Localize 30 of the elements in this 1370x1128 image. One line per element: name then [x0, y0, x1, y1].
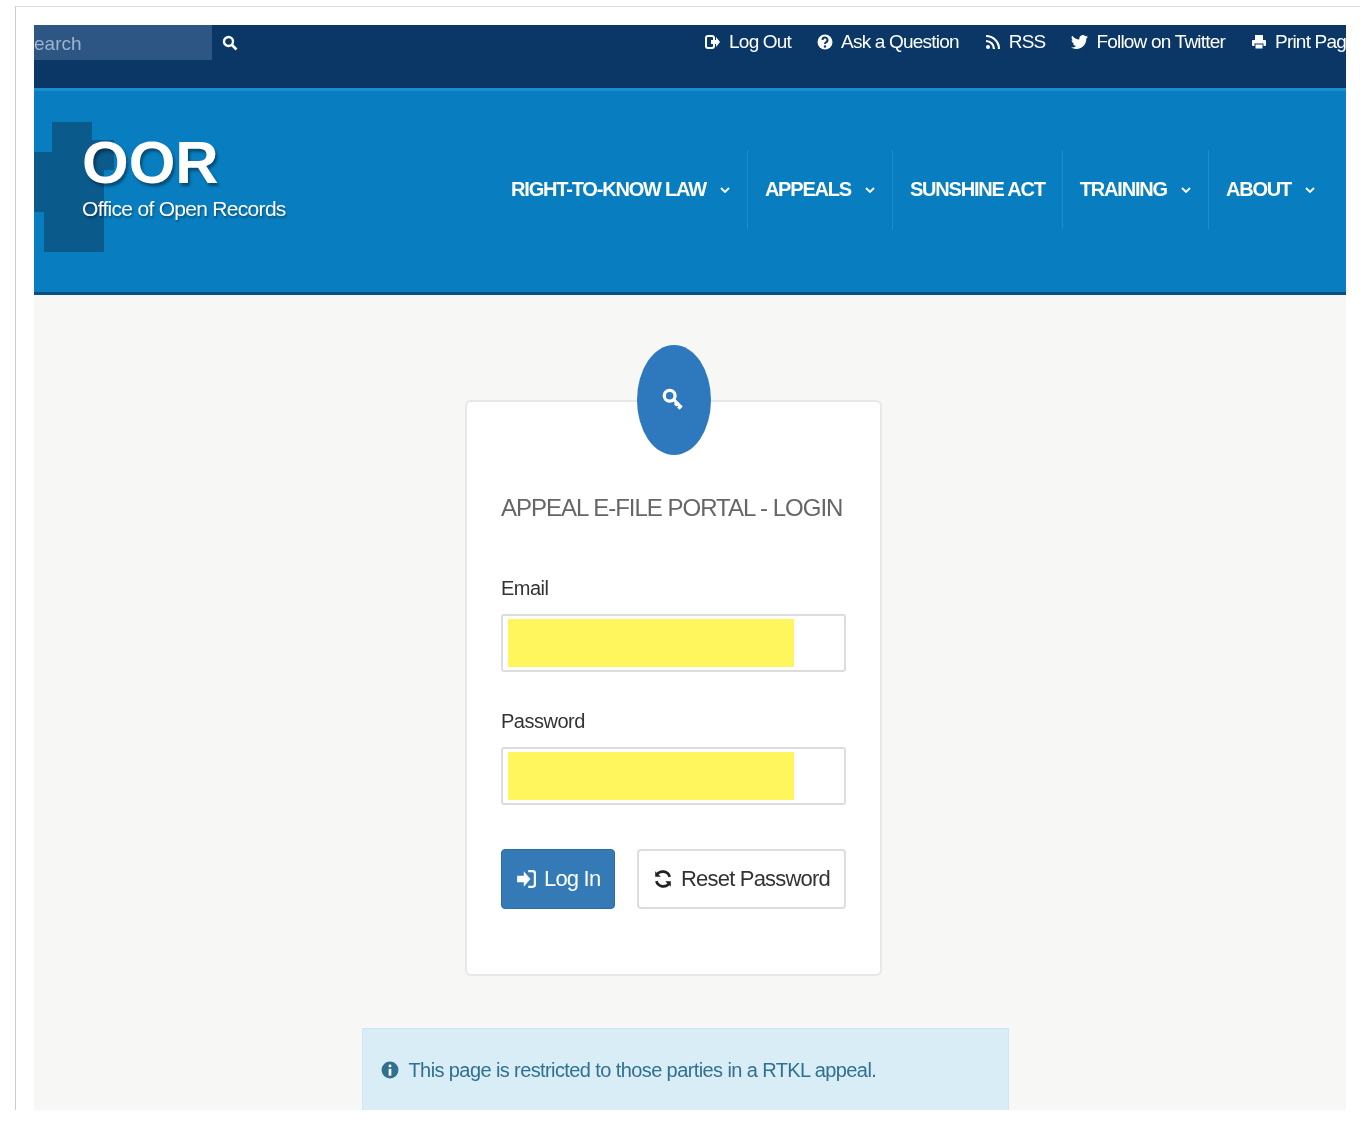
nav-menu-item[interactable]: ABOUT	[1207, 150, 1332, 229]
login-button[interactable]: Reset Password	[637, 849, 846, 910]
nav-menu-item[interactable]: APPEALS	[746, 150, 892, 229]
printer-icon	[1251, 34, 1268, 50]
login-title: APPEAL E-FILE PORTAL - LOGIN	[501, 493, 843, 523]
sign-out-icon	[705, 34, 722, 50]
nav-menu-item[interactable]: SUNSHINE ACT	[891, 150, 1062, 229]
top-link[interactable]: RSS	[984, 31, 1046, 53]
bird-icon	[1071, 34, 1089, 50]
search-field[interactable]: earch	[34, 25, 212, 60]
logo-title[interactable]: OOR	[82, 132, 286, 193]
notice-text: This page is restricted to those parties in a RTKL appeal.	[408, 1058, 877, 1082]
question-icon	[817, 34, 834, 50]
info-icon	[380, 1060, 399, 1080]
nav-menu-item[interactable]: TRAINING	[1061, 150, 1208, 229]
logo-subtitle: Office of Open Records	[82, 196, 286, 221]
top-link[interactable]: Ask a Question	[817, 31, 959, 53]
refresh-icon	[653, 869, 673, 890]
top-link[interactable]: Print Pag	[1251, 31, 1346, 53]
input-field[interactable]	[501, 614, 846, 673]
top-link[interactable]: Log Out	[705, 31, 792, 53]
sign-in-icon	[516, 869, 536, 890]
field-label: Email	[501, 577, 550, 601]
login-button[interactable]: Log In	[501, 849, 616, 910]
search-icon[interactable]	[222, 33, 238, 52]
rss-icon	[984, 34, 1001, 50]
field-label: Password	[501, 710, 586, 734]
nav-menu-item[interactable]: RIGHT-TO-KNOW LAW	[494, 150, 747, 229]
top-link[interactable]: Follow on Twitter	[1071, 31, 1226, 53]
input-field[interactable]	[501, 747, 846, 806]
